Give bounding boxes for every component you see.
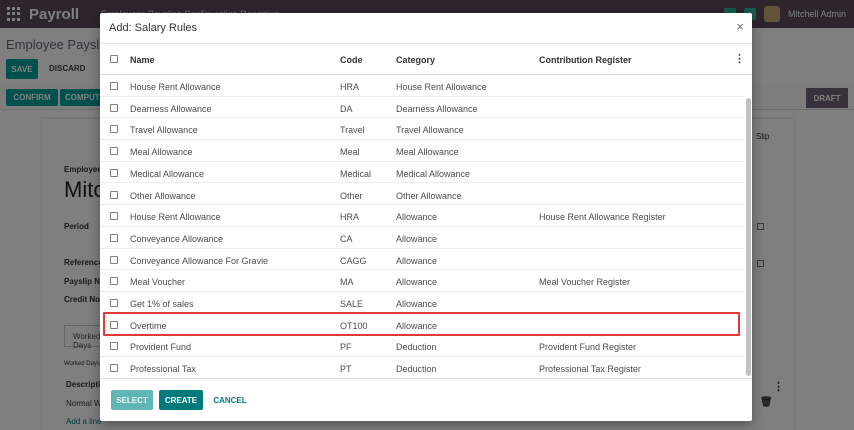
cell-category: Medical Allowance	[396, 168, 471, 179]
select-button[interactable]: SELECT	[111, 390, 153, 410]
table-row[interactable]: House Rent Allowance HRA Allowance House Re…	[100, 205, 744, 227]
create-button[interactable]: CREATE	[159, 390, 203, 410]
row-checkbox[interactable]	[110, 255, 118, 264]
table-header: Name Code Category Contribution Register…	[100, 44, 752, 75]
table-row[interactable]: Other Allowance Other Other Allowance	[100, 184, 744, 206]
cell-code: PF	[340, 342, 352, 353]
row-checkbox[interactable]	[110, 125, 118, 134]
table-row[interactable]: Get 1% of sales SALE Allowance	[100, 292, 744, 314]
cell-category: Other Allowance	[396, 190, 462, 201]
cell-code: DA	[340, 103, 353, 114]
cell-contribution-register: Provident Fund Register	[539, 342, 637, 353]
row-checkbox[interactable]	[110, 103, 118, 112]
cell-category: Dearness Allowance	[396, 103, 478, 114]
cell-contribution-register: Professional Tax Register	[539, 364, 641, 375]
row-checkbox[interactable]	[110, 277, 118, 286]
cell-name: Conveyance Allowance	[130, 233, 224, 244]
table-row[interactable]: Travel Allowance Travel Travel Allowance	[100, 118, 744, 141]
row-checkbox[interactable]	[110, 82, 118, 90]
cell-code: PT	[340, 364, 352, 375]
cell-category: Deduction	[396, 342, 437, 353]
row-checkbox[interactable]	[110, 212, 118, 221]
table-row[interactable]: Professional Tax PT Deduction Professional …	[100, 357, 744, 378]
cell-category: Allowance	[396, 320, 438, 331]
select-all-checkbox[interactable]	[110, 55, 118, 63]
cell-name: Meal Allowance	[130, 147, 193, 158]
cell-contribution-register: House Rent Allowance Register	[539, 212, 666, 223]
table-row[interactable]: Conveyance Allowance For Gravie CAGG Allow…	[100, 249, 744, 271]
table-row[interactable]: Dearness Allowance DA Dearness Allowance	[100, 97, 744, 119]
cell-code: SALE	[340, 299, 364, 309]
cell-code: HRA	[340, 212, 360, 223]
cell-code: Medical	[340, 168, 372, 179]
cell-category: Allowance	[396, 255, 438, 266]
column-header-name[interactable]: Name	[130, 55, 155, 65]
cell-code: Other	[340, 190, 363, 201]
table-row[interactable]: Meal Allowance Meal Meal Allowance	[100, 140, 744, 162]
cell-code: HRA	[340, 82, 360, 92]
row-checkbox[interactable]	[110, 147, 118, 156]
row-checkbox[interactable]	[110, 233, 118, 242]
cell-name: House Rent Allowance	[130, 212, 221, 223]
cell-code: Travel	[340, 125, 365, 136]
dialog-title: Add: Salary Rules	[109, 22, 198, 34]
cell-category: Allowance	[396, 277, 438, 288]
cell-name: Provident Fund	[130, 342, 192, 353]
column-header-code[interactable]: Code	[340, 55, 363, 65]
cell-name: Get 1% of sales	[130, 299, 194, 309]
row-checkbox[interactable]	[110, 364, 118, 373]
table-row[interactable]: House Rent Allowance HRA House Rent Allowa…	[100, 75, 744, 97]
row-checkbox[interactable]	[110, 342, 118, 351]
table-row[interactable]: Medical Allowance Medical Medical Allowanc…	[100, 162, 744, 184]
cell-name: Medical Allowance	[130, 168, 205, 179]
cell-category: Allowance	[396, 233, 438, 244]
dialog-footer: SELECT CREATE CANCEL	[100, 378, 752, 421]
cell-category: Meal Allowance	[396, 147, 459, 158]
cancel-button[interactable]: CANCEL	[208, 390, 252, 410]
cell-contribution-register: Meal Voucher Register	[539, 277, 631, 288]
cell-category: Travel Allowance	[396, 125, 464, 136]
cell-category: House Rent Allowance	[396, 82, 487, 92]
cell-name: Conveyance Allowance For Gravie	[130, 255, 269, 266]
close-icon[interactable]: ×	[736, 19, 744, 34]
table-row[interactable]: Overtime OT100 Allowance	[100, 314, 744, 336]
cell-name: Overtime	[130, 320, 167, 331]
salary-rules-table: House Rent Allowance HRA House Rent Allowa…	[100, 75, 744, 378]
cell-category: Allowance	[396, 212, 438, 223]
optional-columns-icon[interactable]: ⋮	[734, 52, 745, 65]
column-header-category[interactable]: Category	[396, 55, 435, 65]
cell-category: Deduction	[396, 364, 437, 375]
cell-name: House Rent Allowance	[130, 82, 221, 92]
cell-category: Allowance	[396, 299, 438, 309]
cell-name: Dearness Allowance	[130, 103, 212, 114]
cell-name: Travel Allowance	[130, 125, 198, 136]
row-checkbox[interactable]	[110, 320, 118, 329]
cell-name: Professional Tax	[130, 364, 196, 375]
cell-name: Meal Voucher	[130, 277, 186, 288]
dialog-header: Add: Salary Rules ×	[100, 13, 752, 44]
cell-code: MA	[340, 277, 354, 288]
row-checkbox[interactable]	[110, 299, 118, 307]
column-header-contribution-register[interactable]: Contribution Register	[539, 55, 632, 65]
cell-code: CAGG	[340, 255, 367, 266]
table-row[interactable]: Meal Voucher MA Allowance Meal Voucher Regi…	[100, 270, 744, 292]
table-row[interactable]: Conveyance Allowance CA Allowance	[100, 227, 744, 249]
cell-code: OT100	[340, 320, 368, 331]
scrollbar-thumb[interactable]	[746, 98, 751, 376]
row-checkbox[interactable]	[110, 190, 118, 199]
cell-name: Other Allowance	[130, 190, 196, 201]
row-checkbox[interactable]	[110, 168, 118, 177]
add-salary-rules-dialog: Add: Salary Rules × Name Code Category C…	[100, 13, 752, 421]
cell-code: Meal	[340, 147, 360, 158]
cell-code: CA	[340, 233, 353, 244]
table-row[interactable]: Provident Fund PF Deduction Provident Fund …	[100, 335, 744, 358]
